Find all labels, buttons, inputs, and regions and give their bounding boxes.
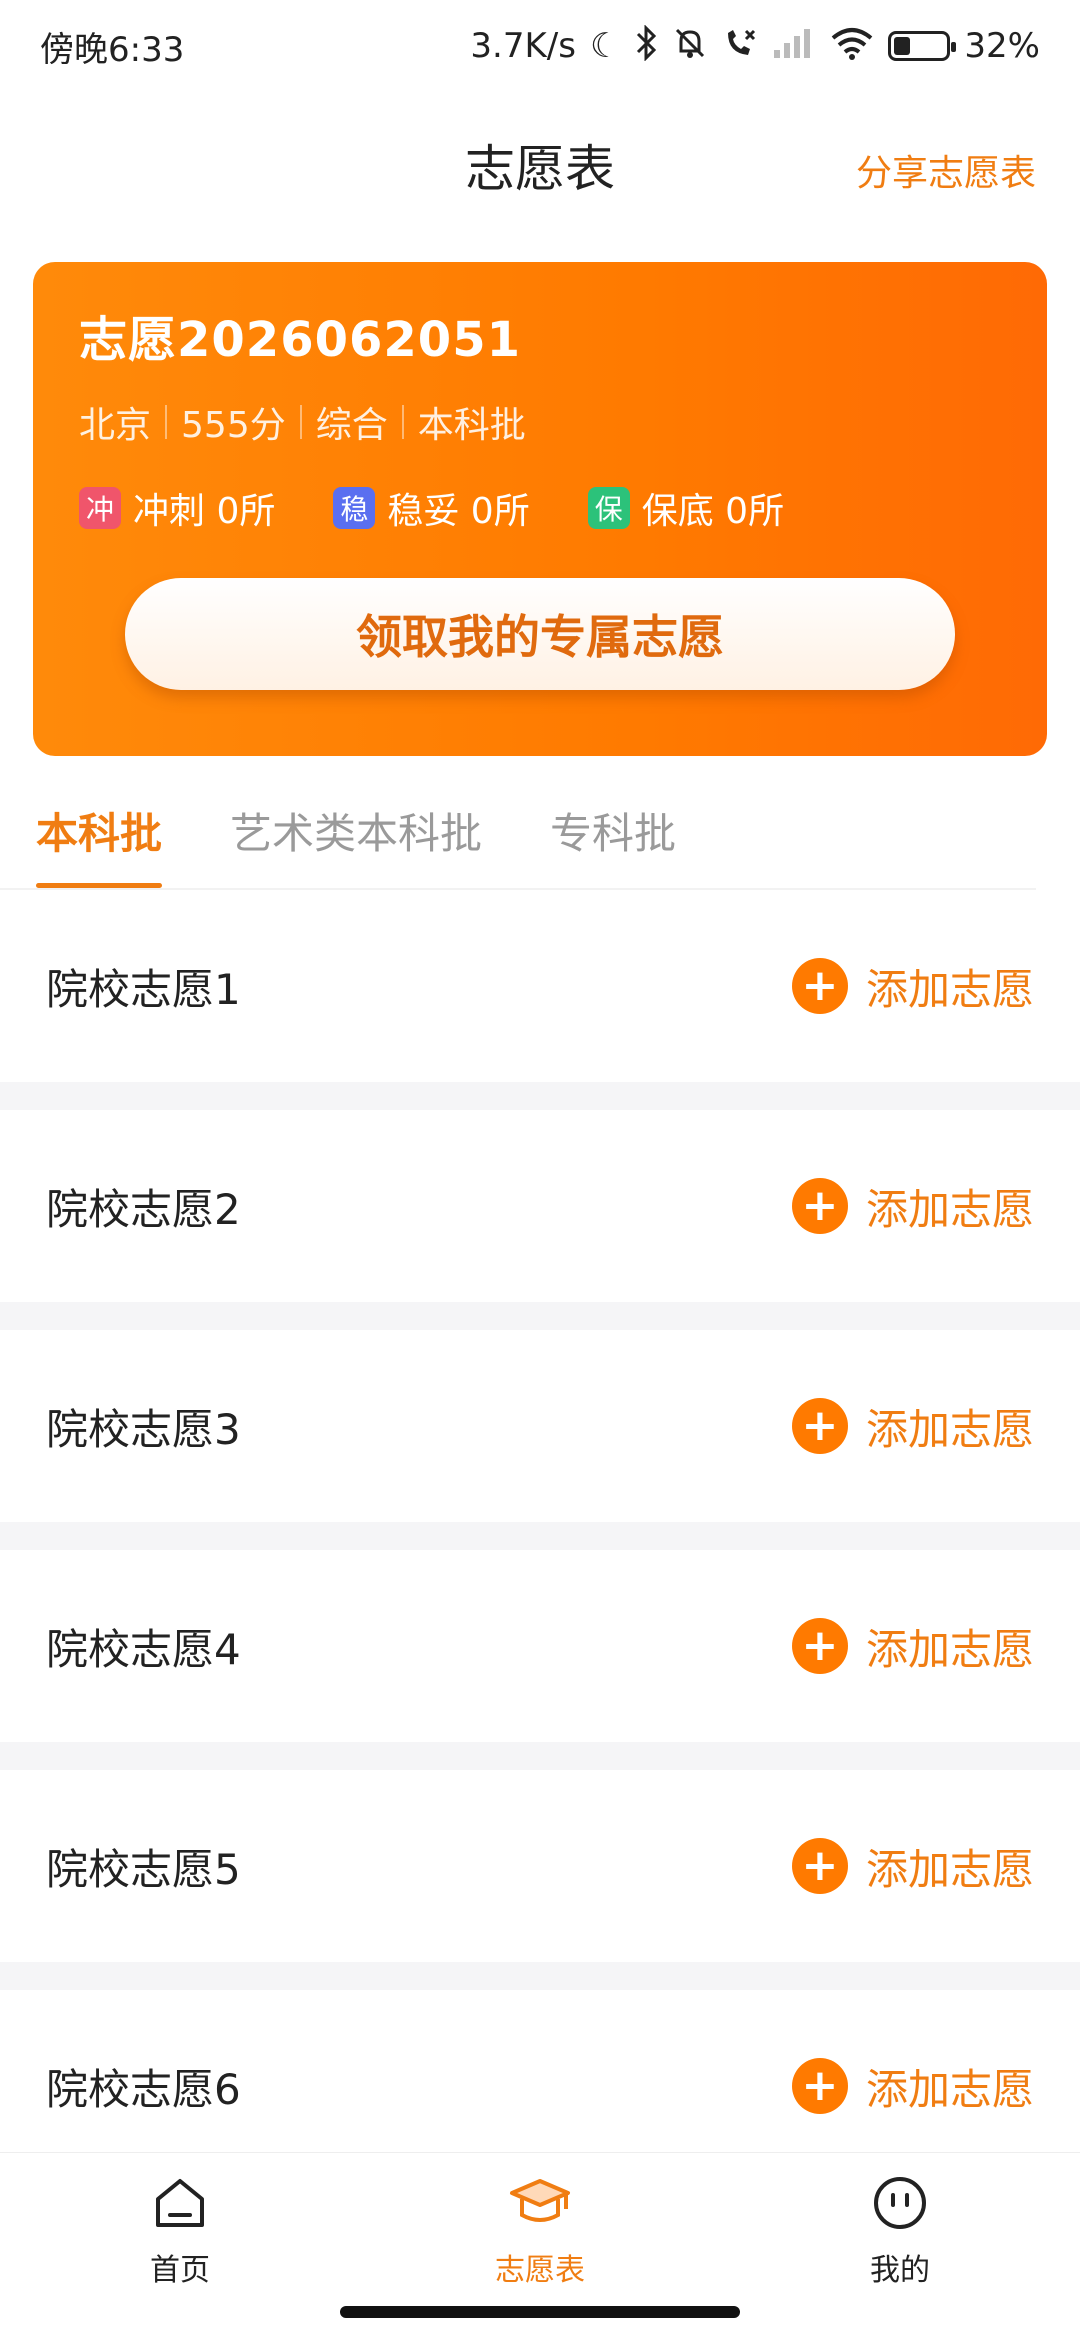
add-preference-button[interactable]: + 添加志愿 (791, 1836, 1034, 1897)
graduation-cap-icon (508, 2175, 572, 2235)
page-header: 志愿表 分享志愿表 (0, 110, 1080, 220)
meta-batch: 本科批 (417, 405, 526, 446)
list-item-label: 院校志愿1 (46, 964, 241, 1014)
bluetooth-icon (634, 24, 658, 67)
list-item: 院校志愿4 + 添加志愿 (0, 1550, 1080, 1742)
stat-match: 稳 稳妥 0所 (333, 482, 530, 534)
share-button[interactable]: 分享志愿表 (856, 144, 1036, 196)
plus-icon: + (791, 2058, 848, 2114)
add-preference-button[interactable]: + 添加志愿 (791, 2056, 1034, 2117)
add-preference-button[interactable]: + 添加志愿 (791, 1176, 1034, 1237)
missed-call-icon (722, 25, 758, 67)
nav-home[interactable]: 首页 (0, 2153, 360, 2340)
match-badge: 稳 (333, 487, 376, 529)
tab-vocational[interactable]: 专科批 (550, 790, 676, 888)
divider (0, 1522, 1080, 1550)
meta-divider (299, 405, 302, 439)
list-item-label: 院校志愿2 (46, 1184, 241, 1234)
plus-icon: + (791, 1398, 848, 1454)
tab-undergraduate[interactable]: 本科批 (36, 790, 163, 888)
nav-application-form-label: 志愿表 (495, 2253, 585, 2288)
add-preference-label: 添加志愿 (865, 964, 1034, 1014)
add-preference-label: 添加志愿 (865, 1404, 1034, 1454)
meta-province: 北京 (79, 405, 152, 446)
reach-badge: 冲 (79, 487, 121, 529)
add-preference-label: 添加志愿 (865, 2064, 1034, 2114)
batch-tabs: 本科批 艺术类本科批 专科批 (0, 790, 1036, 890)
safety-label: 保底 0所 (641, 491, 785, 532)
plus-icon: + (791, 958, 848, 1014)
strategy-stats: 冲 冲刺 0所 稳 稳妥 0所 保 保底 0所 (79, 482, 1001, 534)
battery-icon (888, 31, 957, 61)
status-bar: 傍晚6:33 3.7K/s ☾ 32% (0, 0, 1080, 92)
list-item: 院校志愿5 + 添加志愿 (0, 1770, 1080, 1962)
meta-divider (401, 405, 404, 439)
status-time: 傍晚6:33 (40, 29, 185, 70)
nav-me-label: 我的 (870, 2253, 930, 2288)
list-item-label: 院校志愿3 (46, 1404, 241, 1454)
moon-icon: ☾ (589, 26, 621, 66)
claim-exclusive-button[interactable]: 领取我的专属志愿 (125, 578, 955, 690)
plus-icon: + (791, 1838, 848, 1894)
preference-list: 院校志愿1 + 添加志愿 院校志愿2 + 添加志愿 院校志愿3 + 添加志愿 院… (0, 890, 1080, 2182)
safety-badge: 保 (587, 487, 630, 529)
application-name: 志愿2026062051 (79, 312, 521, 368)
list-item-label: 院校志愿6 (46, 2064, 241, 2114)
plus-icon: + (791, 1178, 848, 1234)
battery-percent: 32% (964, 26, 1040, 66)
list-item: 院校志愿3 + 添加志愿 (0, 1330, 1080, 1522)
home-icon (152, 2175, 208, 2235)
home-indicator[interactable] (340, 2306, 740, 2318)
add-preference-button[interactable]: + 添加志愿 (791, 1396, 1034, 1457)
divider (0, 1962, 1080, 1990)
status-icons: 3.7K/s ☾ 32% (470, 24, 1040, 67)
divider (0, 1742, 1080, 1770)
divider (0, 1302, 1080, 1330)
wifi-icon (830, 26, 874, 66)
mute-icon (672, 25, 708, 67)
nav-home-label: 首页 (150, 2253, 210, 2288)
divider (0, 1082, 1080, 1110)
list-item: 院校志愿1 + 添加志愿 (0, 890, 1080, 1082)
add-preference-label: 添加志愿 (865, 1184, 1034, 1234)
meta-subject: 综合 (315, 405, 388, 446)
screen: 傍晚6:33 3.7K/s ☾ 32% 志愿表 分享志愿表 志愿20260620… (0, 0, 1080, 2340)
smiley-icon (872, 2175, 928, 2235)
meta-score: 555分 (181, 405, 286, 446)
meta-divider (165, 405, 168, 439)
tab-art-undergraduate[interactable]: 艺术类本科批 (230, 790, 482, 888)
match-label: 稳妥 0所 (387, 491, 530, 532)
add-preference-button[interactable]: + 添加志愿 (791, 956, 1034, 1017)
add-preference-button[interactable]: + 添加志愿 (791, 1616, 1034, 1677)
nav-me[interactable]: 我的 (720, 2153, 1080, 2340)
add-preference-label: 添加志愿 (865, 1844, 1034, 1894)
list-item: 院校志愿2 + 添加志愿 (0, 1110, 1080, 1302)
signal-icon (772, 26, 816, 66)
stat-reach: 冲 冲刺 0所 (79, 482, 275, 534)
list-item-label: 院校志愿4 (46, 1624, 241, 1674)
plus-icon: + (791, 1618, 848, 1674)
list-item-label: 院校志愿5 (46, 1844, 241, 1894)
page-title: 志愿表 (465, 140, 615, 198)
reach-label: 冲刺 0所 (133, 491, 276, 532)
application-card: 志愿2026062051 北京 555分 综合 本科批 冲 冲刺 0所 稳 稳妥… (33, 262, 1047, 756)
stat-safety: 保 保底 0所 (587, 482, 785, 534)
network-speed: 3.7K/s (470, 26, 576, 66)
application-meta: 北京 555分 综合 本科批 (79, 396, 1001, 448)
add-preference-label: 添加志愿 (865, 1624, 1034, 1674)
